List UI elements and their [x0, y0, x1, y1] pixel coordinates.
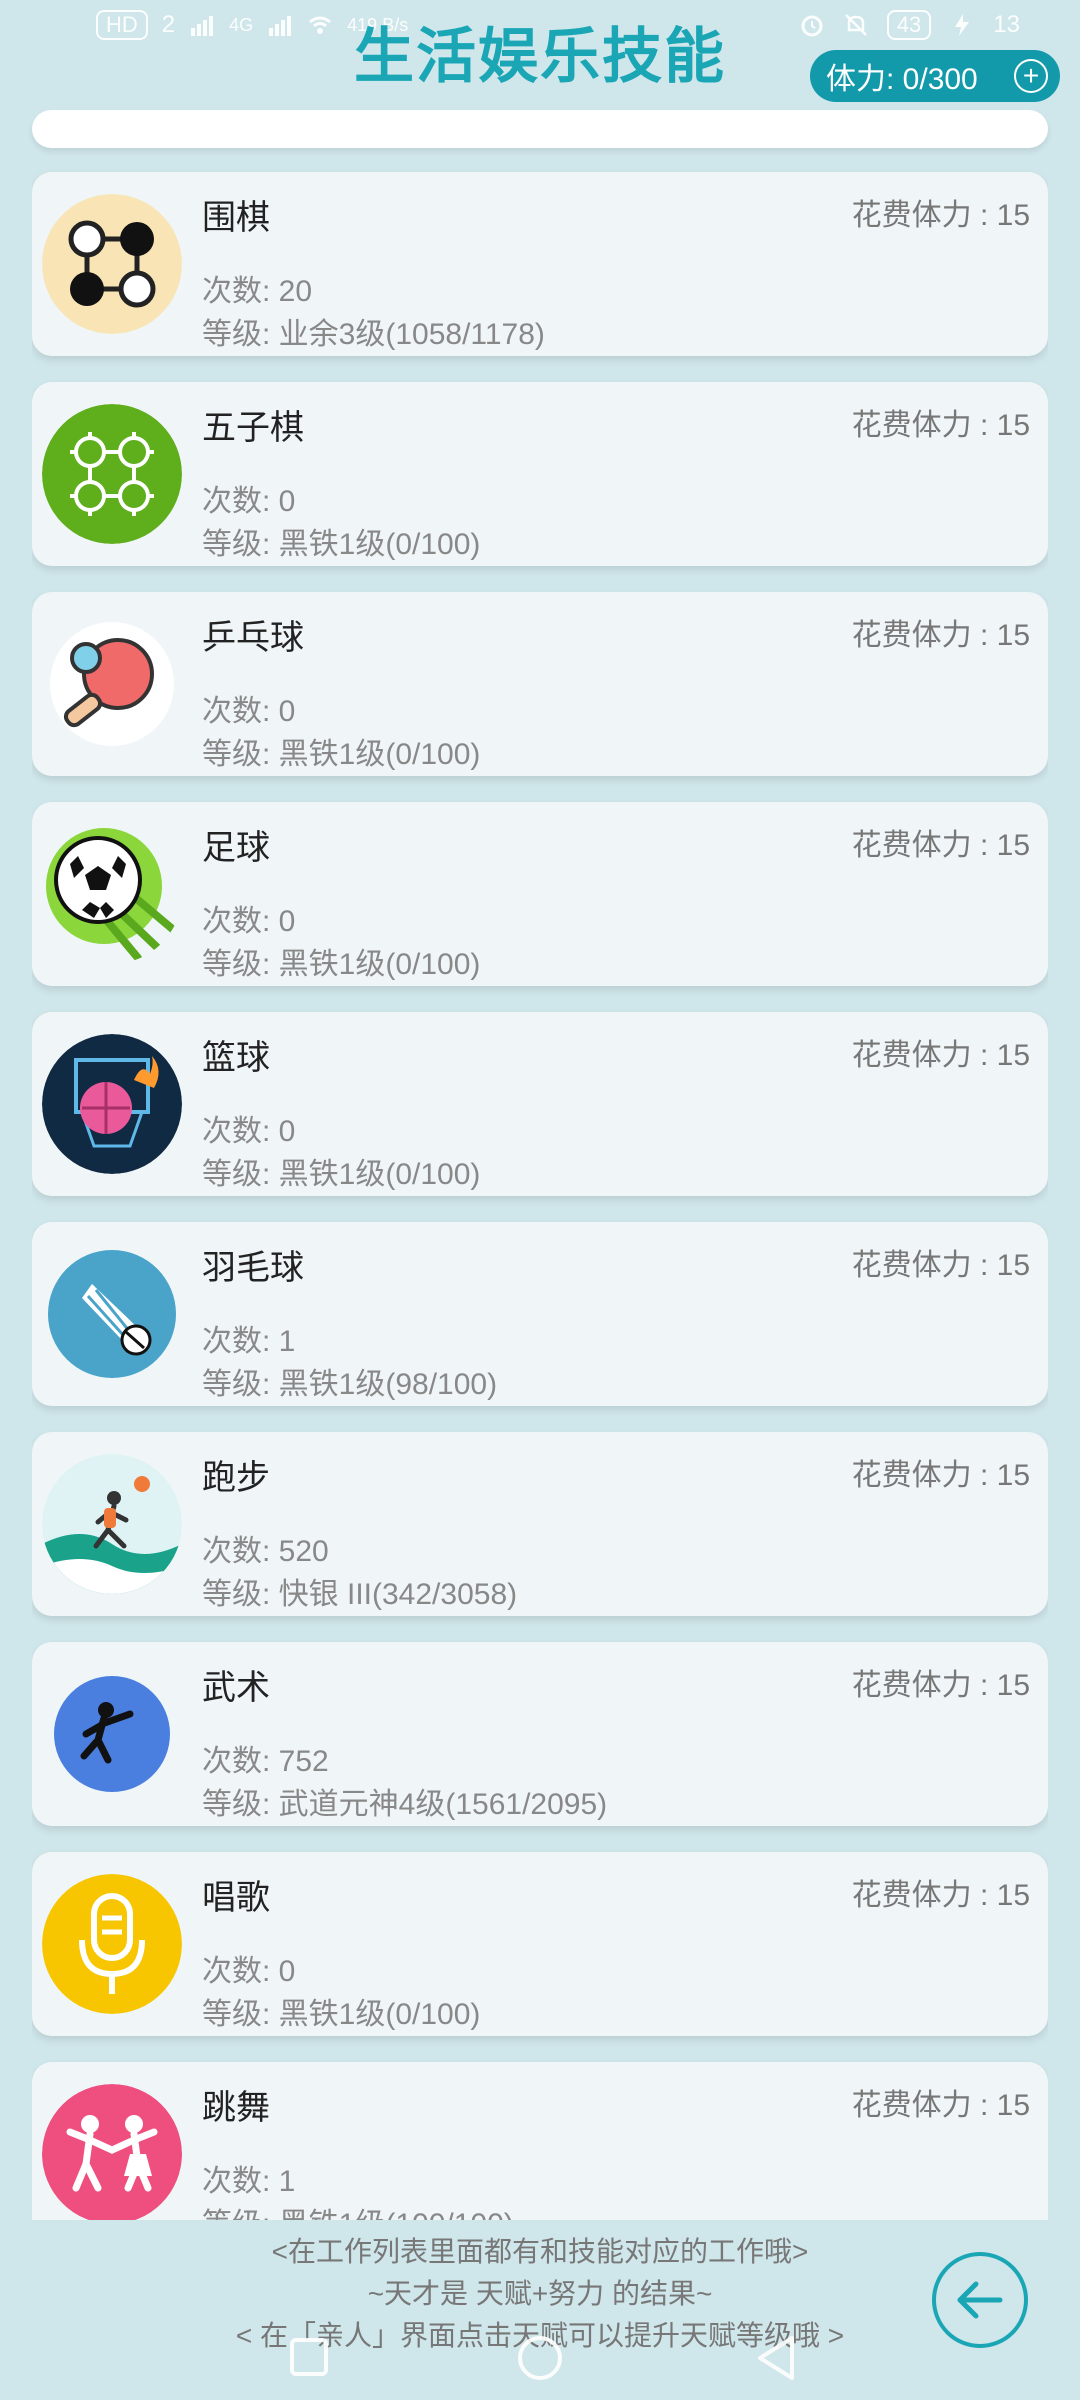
- skill-name: 足球: [202, 829, 270, 867]
- skill-count: 次数: 520: [202, 1535, 329, 1568]
- skill-level: 等级: 黑铁1级(98/100): [202, 1368, 498, 1401]
- basketball-icon: [42, 1034, 182, 1174]
- skill-cost: 花费体力 : 15: [851, 199, 1030, 232]
- stamina-bar[interactable]: 体力: 0/300 +: [810, 50, 1060, 102]
- skill-cost: 花费体力 : 15: [851, 1249, 1030, 1282]
- skill-level: 等级: 黑铁1级(100/100): [202, 2199, 514, 2220]
- add-stamina-icon[interactable]: +: [1014, 59, 1048, 93]
- skill-level: 等级: 武道元神4级(1561/2095): [202, 1788, 608, 1821]
- skill-name: 跳舞: [202, 2089, 270, 2127]
- skill-list[interactable]: 围棋 花费体力 : 15 次数: 20 等级: 业余3级(1058/1178): [32, 110, 1048, 2220]
- skill-count: 次数: 0: [202, 905, 296, 938]
- shuttlecock-icon: [42, 1244, 182, 1384]
- skill-cost: 花费体力 : 15: [851, 1459, 1030, 1492]
- skill-level: 等级: 黑铁1级(0/100): [202, 1158, 481, 1191]
- skill-card-basketball[interactable]: 篮球 花费体力 : 15 次数: 0 等级: 黑铁1级(0/100): [32, 1012, 1048, 1196]
- skill-card-singing[interactable]: 唱歌 花费体力 : 15 次数: 0 等级: 黑铁1级(0/100): [32, 1852, 1048, 2036]
- skill-name: 唱歌: [202, 1879, 270, 1917]
- hint-line-1: <在工作列表里面都有和技能对应的工作哦>: [271, 2236, 809, 2267]
- skill-level: 等级: 黑铁1级(0/100): [202, 738, 481, 771]
- skill-cost: 花费体力 : 15: [851, 829, 1030, 862]
- skill-cost: 花费体力 : 15: [851, 1879, 1030, 1912]
- skill-card-pingpong[interactable]: 乒乓球 花费体力 : 15 次数: 0 等级: 黑铁1级(0/100): [32, 592, 1048, 776]
- skill-name: 乒乓球: [202, 619, 304, 657]
- skill-cost: 花费体力 : 15: [851, 2089, 1030, 2122]
- ping-pong-icon: [42, 614, 182, 754]
- skill-name: 围棋: [202, 199, 270, 237]
- skill-level: 等级: 快银 III(342/3058): [202, 1578, 518, 1611]
- system-nav-bar: [0, 2324, 1080, 2384]
- back-nav-icon[interactable]: [754, 2334, 798, 2382]
- skill-count: 次数: 0: [202, 1115, 296, 1148]
- skill-card-dancing[interactable]: 跳舞 花费体力 : 15 次数: 1 等级: 黑铁1级(100/100): [32, 2062, 1048, 2220]
- skill-card-weiqi[interactable]: 围棋 花费体力 : 15 次数: 20 等级: 业余3级(1058/1178): [32, 172, 1048, 356]
- skill-cost: 花费体力 : 15: [851, 1669, 1030, 1702]
- app-screen: HD 2 4G 419 B/s 43 13 生活娱乐技能 体力: 0/300 +…: [0, 0, 1080, 2400]
- soccer-ball-icon: [42, 824, 182, 964]
- hint-line-2: ~天才是 天赋+努力 的结果~: [367, 2278, 713, 2309]
- stamina-label: 体力: 0/300: [826, 63, 978, 96]
- home-button[interactable]: [518, 2336, 562, 2380]
- skill-cost: 花费体力 : 15: [851, 409, 1030, 442]
- gomoku-icon: [42, 404, 182, 544]
- skill-name: 五子棋: [202, 409, 304, 447]
- skill-name: 羽毛球: [202, 1249, 304, 1287]
- skill-cost: 花费体力 : 15: [851, 619, 1030, 652]
- skill-count: 次数: 1: [202, 1325, 296, 1358]
- skill-level: 等级: 业余3级(1058/1178): [202, 318, 545, 351]
- skill-card-badminton[interactable]: 羽毛球 花费体力 : 15 次数: 1 等级: 黑铁1级(98/100): [32, 1222, 1048, 1406]
- skill-name: 篮球: [202, 1039, 270, 1077]
- skill-count: 次数: 752: [202, 1745, 329, 1778]
- skill-level: 等级: 黑铁1级(0/100): [202, 1998, 481, 2031]
- skill-count: 次数: 1: [202, 2165, 296, 2198]
- skill-count: 次数: 0: [202, 485, 296, 518]
- skill-card-wuziqi[interactable]: 五子棋 花费体力 : 15 次数: 0 等级: 黑铁1级(0/100): [32, 382, 1048, 566]
- skill-level: 等级: 黑铁1级(0/100): [202, 528, 481, 561]
- back-arrow-icon: [957, 2281, 1003, 2319]
- skill-name: 武术: [202, 1669, 270, 1707]
- skill-count: 次数: 0: [202, 695, 296, 728]
- dancers-icon: [42, 2084, 182, 2220]
- skill-card-martial[interactable]: 武术 花费体力 : 15 次数: 752 等级: 武道元神4级(1561/209…: [32, 1642, 1048, 1826]
- skill-card-football[interactable]: 足球 花费体力 : 15 次数: 0 等级: 黑铁1级(0/100): [32, 802, 1048, 986]
- runner-icon: [42, 1454, 182, 1594]
- skill-name: 跑步: [202, 1459, 270, 1497]
- skill-card-running[interactable]: 跑步 花费体力 : 15 次数: 520 等级: 快银 III(342/3058…: [32, 1432, 1048, 1616]
- skill-cost: 花费体力 : 15: [851, 1039, 1030, 1072]
- microphone-icon: [42, 1874, 182, 2014]
- skill-level: 等级: 黑铁1级(0/100): [202, 948, 481, 981]
- skill-count: 次数: 0: [202, 1955, 296, 1988]
- go-board-icon: [42, 194, 182, 334]
- skill-count: 次数: 20: [202, 275, 313, 308]
- martial-arts-icon: [42, 1664, 182, 1804]
- recents-button[interactable]: [290, 2338, 328, 2376]
